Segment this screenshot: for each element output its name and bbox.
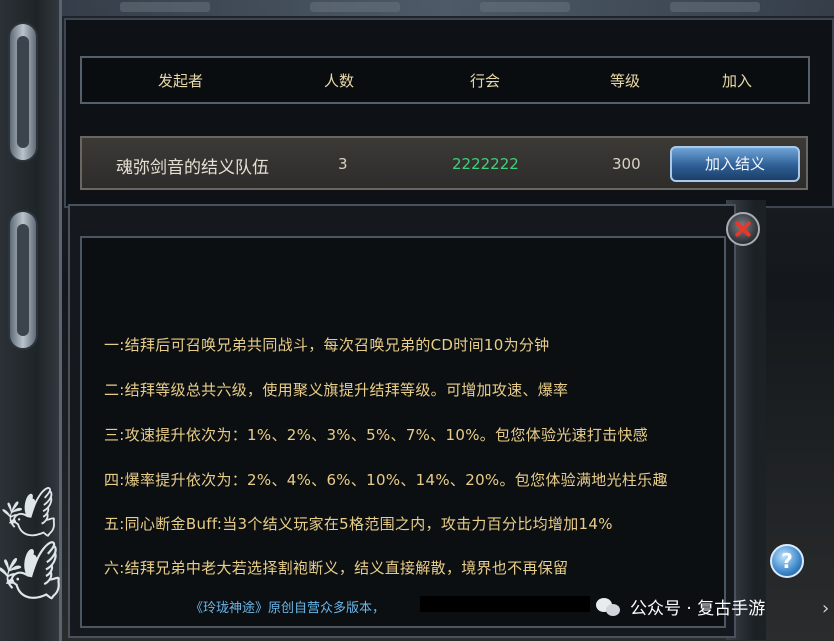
header-level: 等级 — [610, 71, 641, 90]
rule-line: 四:爆率提升依次为：2%、4%、6%、10%、14%、20%。包您体验满地光柱乐… — [104, 471, 668, 489]
team-members: 3 — [338, 155, 348, 173]
close-icon[interactable] — [726, 212, 760, 246]
rule-line: 二:结拜等级总共六级，使用聚义旗提升结拜等级。可增加攻速、爆率 — [104, 381, 569, 399]
watermark: 公众号 · 复古手游 — [596, 594, 765, 619]
join-brotherhood-button[interactable]: 加入结义 — [670, 146, 800, 182]
top-bar-strip — [60, 0, 834, 16]
header-join: 加入 — [722, 71, 753, 90]
help-icon[interactable]: ? — [770, 544, 804, 578]
chevron-right-icon: › — [822, 598, 830, 619]
redaction-bar — [420, 596, 590, 612]
rule-line: 六:结拜兄弟中老大若选择割袍断义，结义直接解散，境界也不再保留 — [104, 559, 569, 577]
team-level: 300 — [612, 155, 641, 173]
team-name: 魂弥剑音的结义队伍 — [116, 158, 269, 178]
table-header: 发起者 人数 行会 等级 加入 — [80, 56, 810, 104]
team-guild: 2222222 — [452, 155, 519, 173]
wechat-icon — [596, 596, 622, 618]
scroll-ornament — [8, 22, 38, 162]
table-row[interactable]: 魂弥剑音的结义队伍 3 2222222 300 加入结义 — [80, 136, 808, 190]
watermark-text: 公众号 · 复古手游 — [630, 599, 766, 619]
footer-note: 《玲珑神途》原创自营众多版本， — [190, 601, 386, 616]
header-members: 人数 — [324, 71, 355, 90]
rule-line: 三:攻速提升依次为：1%、2%、3%、5%、7%、10%。包您体验光速打击快感 — [104, 426, 649, 444]
rule-line: 一:结拜后可召唤兄弟共同战斗，每次召唤兄弟的CD时间10为分钟 — [104, 336, 550, 354]
rule-line: 五:同心断金Buff:当3个结义玩家在5格范围之内，攻击力百分比均增加14% — [104, 515, 613, 533]
header-initiator: 发起者 — [158, 71, 204, 90]
header-guild: 行会 — [470, 71, 501, 90]
scroll-ornament — [8, 210, 38, 350]
